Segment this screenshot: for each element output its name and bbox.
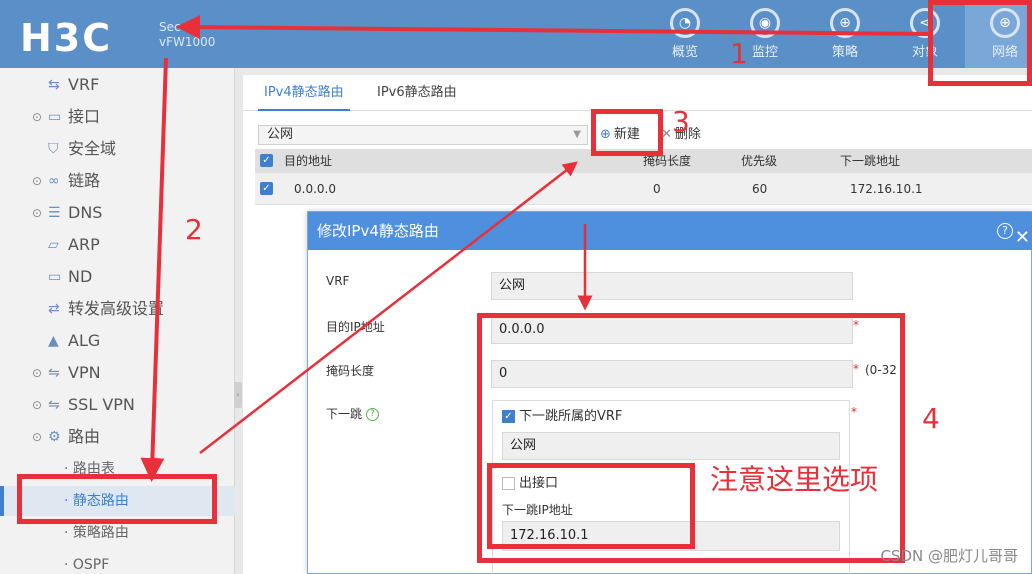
alg-icon: ▲: [48, 333, 59, 349]
sidebar-collapse-handle[interactable]: ‹: [234, 382, 242, 408]
annotation-number-3: 3: [672, 105, 690, 138]
vrf-label: VRF: [326, 274, 350, 288]
sidebar-item-link[interactable]: ⊙ ∞ 链路: [0, 166, 235, 196]
expand-icon[interactable]: ⊙: [32, 198, 42, 228]
vrf-field[interactable]: 公网: [491, 272, 853, 300]
table-row[interactable]: ✓ 0.0.0.0 0 60 172.16.10.1: [255, 173, 1032, 205]
ssl-vpn-icon: ⇋: [48, 397, 60, 413]
annotation-number-2: 2: [185, 213, 203, 246]
security-zone-icon: ⛉: [48, 141, 59, 157]
chevron-down-icon: ▼: [573, 129, 581, 140]
device-name: Sec vFW1000: [159, 20, 216, 49]
expand-icon[interactable]: ⊙: [32, 390, 42, 420]
link-icon: ∞: [48, 173, 60, 189]
nd-icon: ▭: [48, 269, 62, 285]
expand-icon[interactable]: ⊙: [32, 102, 42, 132]
tab-bar: IPv4静态路由 IPv6静态路由: [243, 75, 1032, 111]
arp-icon: ▱: [48, 237, 59, 253]
sidebar-item-vrf[interactable]: ⇆ VRF: [0, 70, 235, 100]
sidebar-item-security-zone[interactable]: ⛉ 安全域: [0, 134, 235, 164]
dest-ip-label: 目的IP地址: [326, 320, 385, 334]
collapse-icon[interactable]: ⊙: [32, 422, 42, 452]
tab-ipv4-static-route[interactable]: IPv4静态路由: [258, 75, 350, 111]
sidebar-item-forwarding[interactable]: ⇄ 转发高级设置: [0, 294, 235, 324]
sidebar-item-interface[interactable]: ⊙ ▭ 接口: [0, 102, 235, 132]
expand-icon[interactable]: ⊙: [32, 166, 42, 196]
annotation-box-out-interface: [487, 463, 695, 549]
help-icon[interactable]: ?: [365, 408, 379, 421]
sidebar-sub-ospf[interactable]: · OSPF: [0, 550, 235, 574]
annotation-note: 注意这里选项: [710, 463, 879, 496]
annotation-box-new: [591, 109, 663, 156]
next-hop-label: 下一跳 ?: [326, 405, 379, 422]
vpn-icon: ⇋: [48, 365, 60, 381]
col-priority: 优先级: [741, 154, 778, 168]
route-icon: ⚙: [48, 429, 61, 445]
sidebar-item-ssl-vpn[interactable]: ⊙ ⇋ SSL VPN: [0, 390, 235, 420]
sidebar-item-vpn[interactable]: ⊙ ⇋ VPN: [0, 358, 235, 388]
nav-policy[interactable]: ⊕ 策略: [805, 0, 885, 68]
annotation-number-4: 4: [922, 402, 940, 435]
top-header: H3C Sec vFW1000 ◔ 概览 ◉ 监控 ⊕ 策略 ⋖ 对象 ⊕ 网络: [0, 0, 1032, 68]
vrf-icon: ⇆: [48, 77, 60, 93]
dialog-title: 修改IPv4静态路由: [317, 222, 439, 240]
dns-icon: ☰: [48, 205, 61, 221]
help-icon[interactable]: ?: [997, 223, 1013, 239]
sidebar-item-alg[interactable]: ▲ ALG: [0, 326, 235, 356]
h3c-logo: H3C: [20, 16, 113, 60]
select-all-checkbox[interactable]: ✓: [260, 154, 273, 167]
mask-length-label: 掩码长度: [326, 364, 375, 378]
tab-ipv6-static-route[interactable]: IPv6静态路由: [371, 75, 463, 111]
monitor-icon: ◉: [750, 8, 780, 38]
dialog-title-bar: 修改IPv4静态路由 ? ✕: [308, 212, 1032, 250]
nav-overview[interactable]: ◔ 概览: [645, 0, 725, 68]
sidebar-item-nd[interactable]: ▭ ND: [0, 262, 235, 292]
interface-icon: ▭: [48, 109, 62, 125]
annotation-box-static-route: [17, 474, 217, 524]
sidebar-item-route[interactable]: ⊙ ⚙ 路由: [0, 422, 235, 452]
annotation-number-1: 1: [730, 37, 748, 70]
vrf-select[interactable]: 公网 ▼: [258, 125, 588, 145]
annotation-box-network: [928, 0, 1032, 86]
dashboard-icon: ◔: [670, 8, 700, 38]
shield-icon: ⊕: [830, 8, 860, 38]
expand-icon[interactable]: ⊙: [32, 358, 42, 388]
forwarding-icon: ⇄: [48, 301, 60, 317]
row-checkbox[interactable]: ✓: [260, 182, 273, 195]
close-icon[interactable]: ✕: [1015, 219, 1030, 257]
watermark: CSDN @肥灯儿哥哥: [880, 547, 1018, 565]
col-next-hop: 下一跳地址: [840, 154, 901, 168]
col-dest: 目的地址: [284, 154, 333, 168]
